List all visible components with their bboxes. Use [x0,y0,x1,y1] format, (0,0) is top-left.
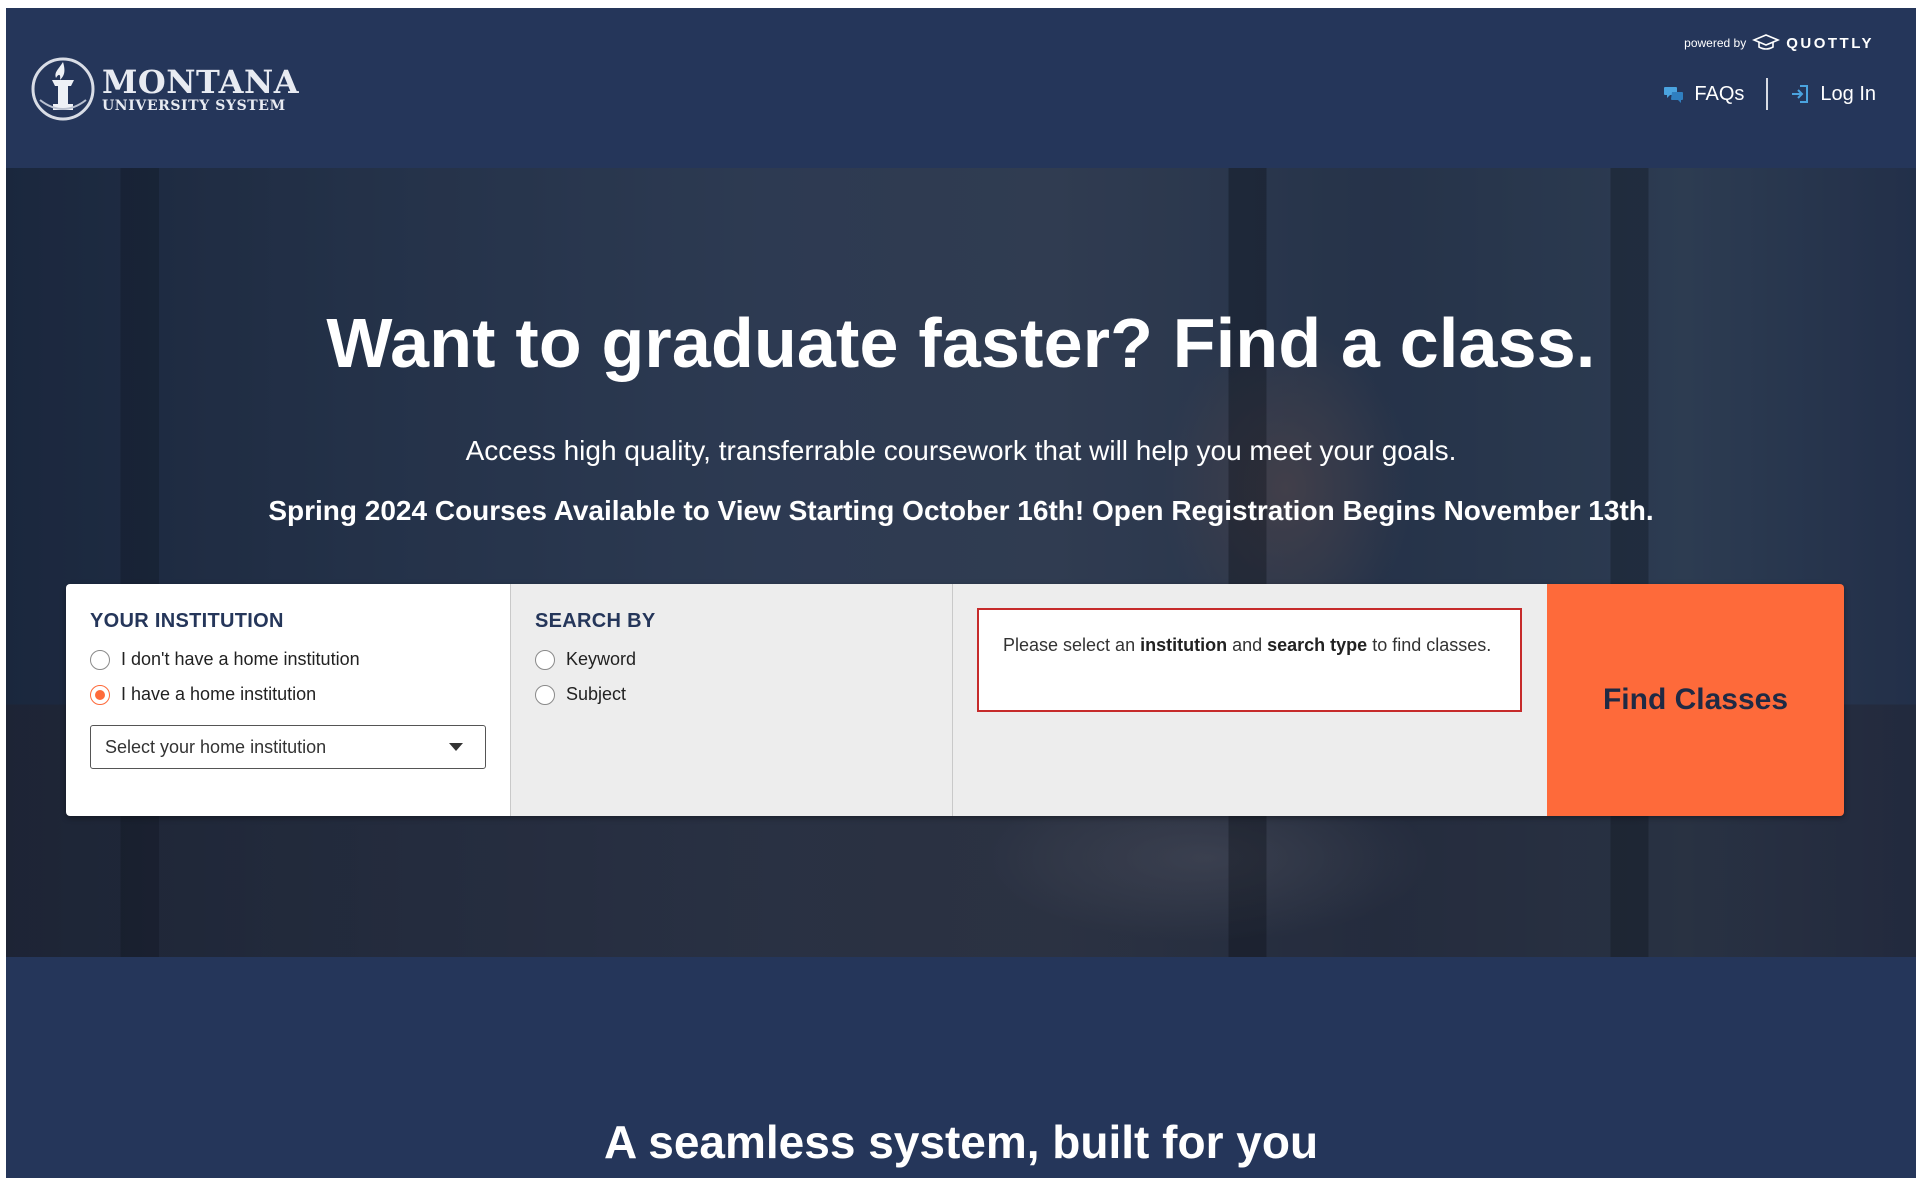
home-institution-select[interactable]: Select your home institution [90,725,486,769]
radio-label: I don't have a home institution [121,649,360,669]
message-text: Please select an [1003,635,1141,655]
message-column: Please select an institution and search … [952,584,1547,816]
message-text: to find classes. [1367,635,1492,655]
header-nav: FAQs Log In [1664,78,1876,110]
radio-label: Keyword [566,649,637,669]
page-frame: MONTANA UNIVERSITY SYSTEM powered by QUO… [6,8,1916,1178]
registration-notice: Spring 2024 Courses Available to View St… [268,495,1654,526]
search-by-column: SEARCH BY Keyword Subject [510,584,952,816]
radio-label: Subject [566,684,627,704]
message-bold-search-type: search type [1267,635,1368,655]
powered-by-prefix: powered by [1684,36,1747,50]
subject-radio[interactable]: Subject [535,684,928,705]
institution-title: YOUR INSTITUTION [90,610,284,632]
class-search-panel: YOUR INSTITUTION I don't have a home ins… [66,584,1844,816]
keyword-radio[interactable]: Keyword [535,649,928,670]
site-header: MONTANA UNIVERSITY SYSTEM powered by QUO… [6,8,1916,168]
features-title: A seamless system, built for you [603,1116,1319,1168]
chevron-down-icon [449,743,463,751]
hero-subtitle: Access high quality, transferrable cours… [465,435,1457,466]
faqs-label: FAQs [1694,82,1745,105]
radio-label: I have a home institution [121,684,317,704]
powered-by[interactable]: powered by QUOTTLY [1684,34,1874,52]
faqs-link[interactable]: FAQs [1664,83,1744,106]
radio-unchecked-icon[interactable] [535,649,555,670]
login-arrow-icon [1792,85,1809,103]
message-text: and [1227,635,1268,655]
radio-unchecked-icon[interactable] [90,649,110,670]
select-placeholder: Select your home institution [105,736,327,757]
validation-message: Please select an institution and search … [977,608,1522,712]
torch-logo-icon [31,57,95,121]
nav-divider [1766,78,1769,110]
logo-text: MONTANA UNIVERSITY SYSTEM [102,66,299,113]
logo-line1: MONTANA [102,62,300,101]
montana-logo[interactable]: MONTANA UNIVERSITY SYSTEM [30,56,299,122]
features-section: A seamless system, built for you [6,957,1916,1178]
institution-column: YOUR INSTITUTION I don't have a home ins… [66,584,510,816]
find-classes-button[interactable]: Find Classes [1547,584,1844,816]
login-label: Log In [1820,82,1876,105]
home-institution-radio[interactable]: I have a home institution [90,684,486,705]
hero-section: Want to graduate faster? Find a class. A… [6,168,1916,957]
message-bold-institution: institution [1140,635,1228,655]
radio-unchecked-icon[interactable] [535,684,555,705]
hero-content: Want to graduate faster? Find a class. A… [6,168,1916,957]
graduation-cap-icon [1752,34,1781,50]
radio-checked-icon[interactable] [90,684,110,705]
logo-line2: UNIVERSITY SYSTEM [102,97,286,114]
login-link[interactable]: Log In [1790,83,1876,106]
no-home-institution-radio[interactable]: I don't have a home institution [90,649,486,670]
quottly-brand: QUOTTLY [1786,34,1874,52]
chat-bubbles-icon [1664,87,1684,103]
hero-title: Want to graduate faster? Find a class. [326,304,1596,382]
search-by-title: SEARCH BY [535,610,656,632]
